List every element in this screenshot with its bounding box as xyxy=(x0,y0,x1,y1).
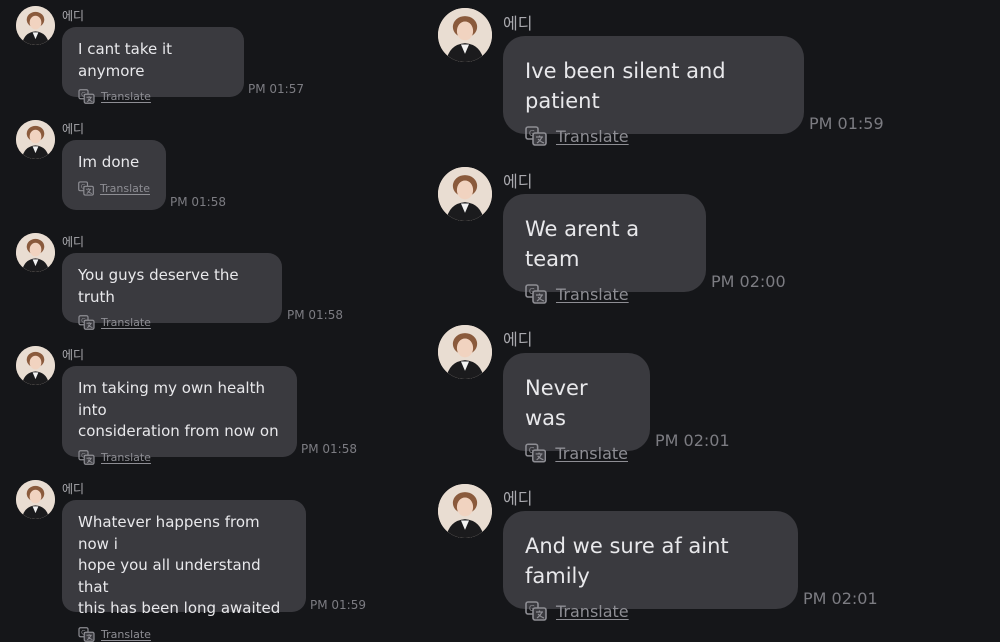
translate-icon: G xyxy=(525,601,547,621)
message-time: PM 01:58 xyxy=(287,308,343,322)
translate-label: Translate xyxy=(556,601,629,621)
message-text: Ive been silent and patient xyxy=(525,59,726,113)
translate-link[interactable]: G Translate xyxy=(525,126,782,146)
message-text: We arent a team xyxy=(525,217,640,271)
avatar[interactable] xyxy=(16,120,55,159)
avatar[interactable] xyxy=(16,346,55,385)
avatar[interactable] xyxy=(438,325,492,379)
translate-label: Translate xyxy=(555,443,628,463)
translate-label: Translate xyxy=(556,126,629,146)
chat-pane-left: 에디 I cant take it anymore G Translate PM… xyxy=(0,0,420,642)
translate-label: Translate xyxy=(101,90,151,103)
translate-link[interactable]: G Translate xyxy=(78,449,281,465)
translate-label: Translate xyxy=(100,181,150,195)
avatar-icon xyxy=(438,8,492,62)
translate-icon: G xyxy=(78,626,95,642)
avatar[interactable] xyxy=(438,8,492,62)
message-bubble[interactable]: I cant take it anymore G Translate xyxy=(62,27,244,104)
message-bubble[interactable]: Im done G Translate xyxy=(62,140,166,210)
message-time: PM 01:58 xyxy=(301,442,357,456)
translate-link[interactable]: G Translate xyxy=(78,180,150,196)
message-text: Never was xyxy=(525,376,588,430)
translate-link[interactable]: G Translate xyxy=(525,601,776,621)
avatar[interactable] xyxy=(16,6,55,45)
avatar-icon xyxy=(16,120,55,159)
message-bubble[interactable]: Im taking my own health into considerati… xyxy=(62,366,297,465)
message-text: I cant take it anymore xyxy=(78,40,173,80)
translate-link[interactable]: G Translate xyxy=(78,315,266,330)
message-time: PM 02:00 xyxy=(711,272,786,291)
translate-label: Translate xyxy=(556,284,629,304)
message-time: PM 01:59 xyxy=(310,598,366,612)
sender-name: 에디 xyxy=(503,14,533,33)
sender-name: 에디 xyxy=(503,330,533,349)
avatar-icon xyxy=(438,484,492,538)
translate-icon: G xyxy=(78,89,95,104)
message-time: PM 01:57 xyxy=(248,82,304,96)
translate-icon: G xyxy=(525,126,547,146)
translate-link[interactable]: G Translate xyxy=(78,626,290,642)
message-text: Im done xyxy=(78,153,140,171)
sender-name: 에디 xyxy=(62,482,85,496)
translate-link[interactable]: G Translate xyxy=(525,284,684,304)
avatar-icon xyxy=(16,480,55,519)
message-time: PM 02:01 xyxy=(655,431,730,450)
message-text: You guys deserve the truth xyxy=(78,266,239,306)
translate-label: Translate xyxy=(101,316,151,329)
avatar-icon xyxy=(438,325,492,379)
sender-name: 에디 xyxy=(62,9,85,23)
avatar[interactable] xyxy=(16,480,55,519)
message-bubble[interactable]: And we sure af aint family G Translate xyxy=(503,511,798,621)
message-bubble[interactable]: We arent a team G Translate xyxy=(503,194,706,304)
avatar[interactable] xyxy=(438,167,492,221)
avatar-icon xyxy=(16,6,55,45)
message-text: And we sure af aint family xyxy=(525,534,729,588)
message-bubble[interactable]: You guys deserve the truth G Translate xyxy=(62,253,282,330)
chat-pane-right: 에디 Ive been silent and patient G Transla… xyxy=(420,0,1000,623)
translate-icon: G xyxy=(525,443,547,463)
translate-icon: G xyxy=(78,315,95,330)
translate-icon: G xyxy=(78,180,94,196)
message-bubble[interactable]: Never was G Translate xyxy=(503,353,650,463)
message-bubble[interactable]: Ive been silent and patient G Translate xyxy=(503,36,804,146)
avatar-icon xyxy=(16,233,55,272)
message-time: PM 01:58 xyxy=(170,195,226,209)
message-time: PM 01:59 xyxy=(809,114,884,133)
translate-link[interactable]: G Translate xyxy=(525,443,628,463)
avatar-icon xyxy=(16,346,55,385)
message-time: PM 02:01 xyxy=(803,589,878,608)
avatar-icon xyxy=(438,167,492,221)
sender-name: 에디 xyxy=(503,172,533,191)
translate-link[interactable]: G Translate xyxy=(78,89,228,104)
translate-label: Translate xyxy=(101,627,151,641)
avatar[interactable] xyxy=(438,484,492,538)
message-text: Im taking my own health into considerati… xyxy=(78,379,279,440)
translate-label: Translate xyxy=(101,450,151,464)
message-text: Whatever happens from now i hope you all… xyxy=(78,513,281,617)
sender-name: 에디 xyxy=(62,122,85,136)
sender-name: 에디 xyxy=(62,235,85,249)
avatar[interactable] xyxy=(16,233,55,272)
message-bubble[interactable]: Whatever happens from now i hope you all… xyxy=(62,500,306,642)
sender-name: 에디 xyxy=(503,489,533,508)
sender-name: 에디 xyxy=(62,348,85,362)
translate-icon: G xyxy=(525,284,547,304)
translate-icon: G xyxy=(78,449,95,465)
